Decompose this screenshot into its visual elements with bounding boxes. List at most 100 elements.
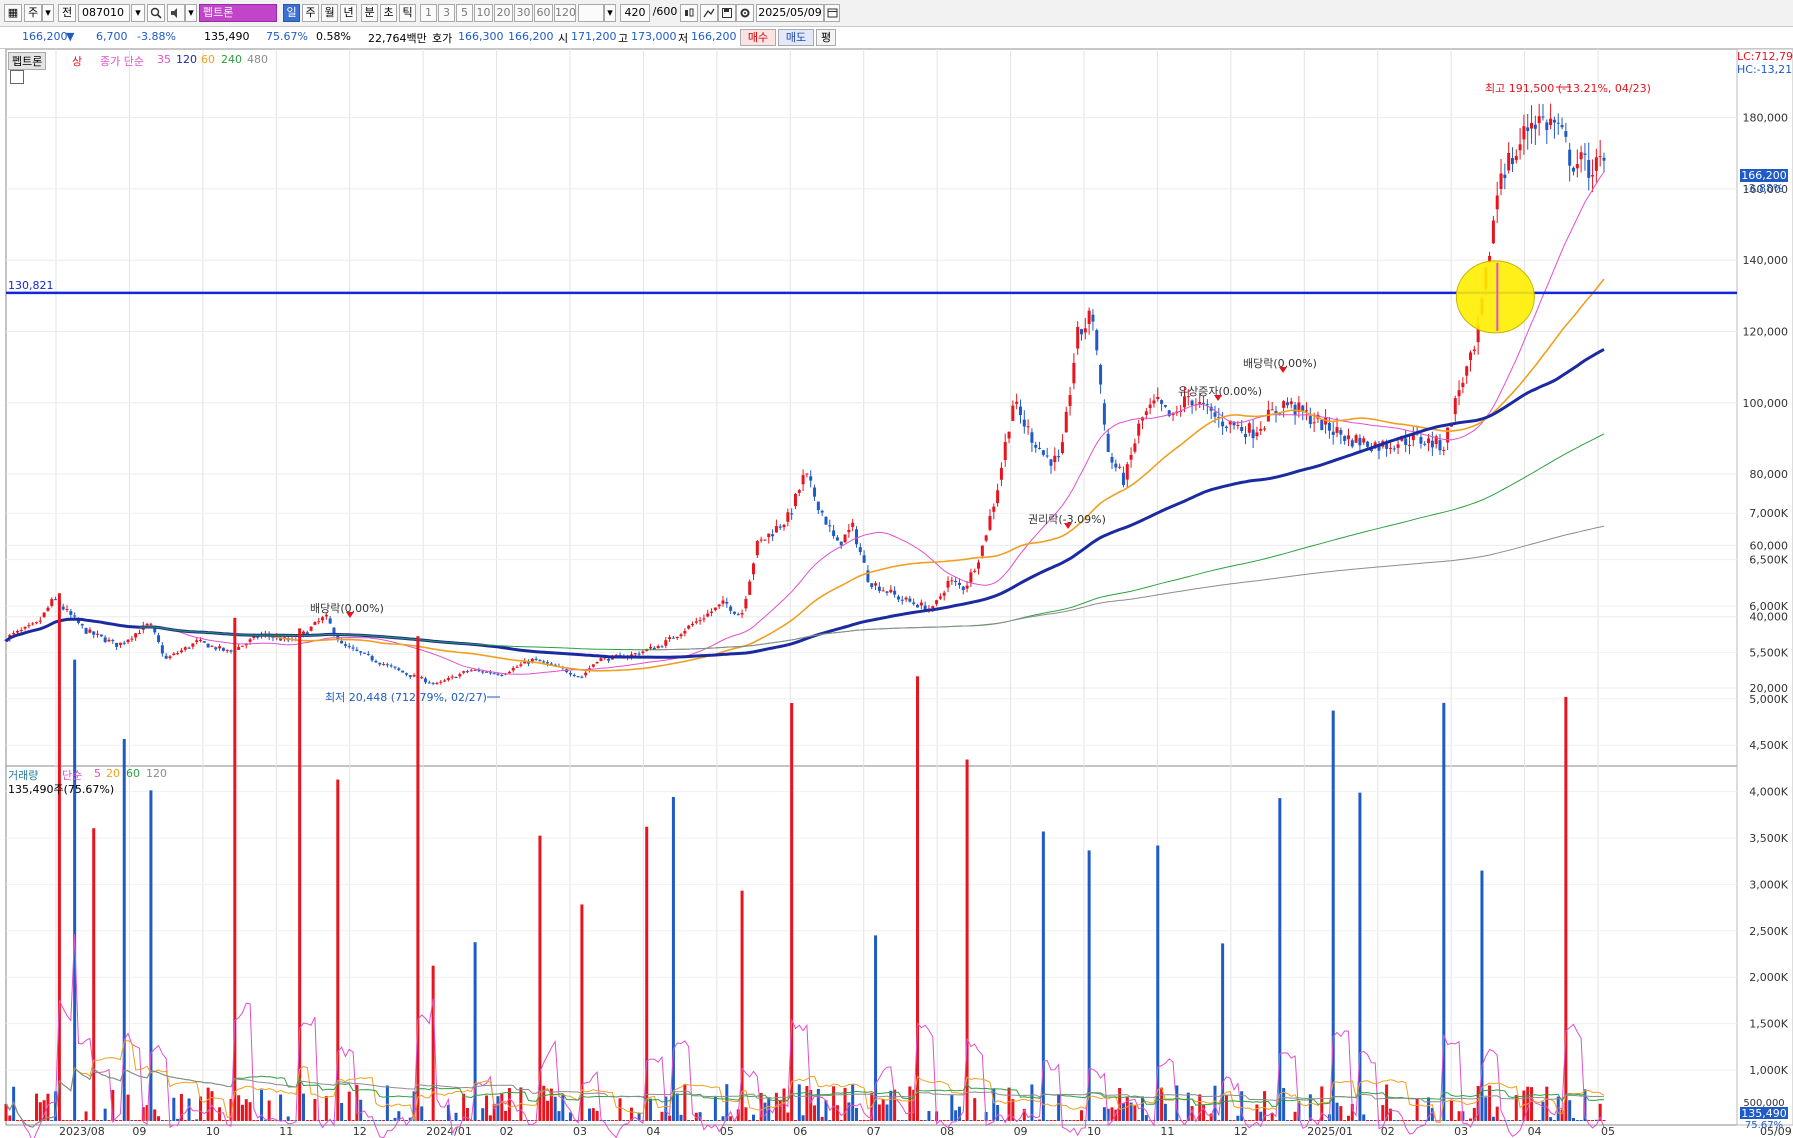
type-dropdown-icon[interactable]: ▾ — [42, 4, 54, 22]
period-day-tab[interactable]: 일 — [283, 4, 300, 22]
volume-bar — [1346, 1115, 1350, 1121]
high-price: 173,000 — [631, 30, 677, 43]
volume-bar — [565, 1120, 569, 1121]
volume-bar — [73, 659, 77, 1121]
code-dropdown-icon[interactable]: ▾ — [131, 4, 145, 22]
candle-body — [1575, 163, 1579, 169]
interval-60[interactable]: 60 — [534, 4, 553, 22]
volume-bar — [1339, 1106, 1343, 1121]
volume-bar — [340, 1102, 344, 1121]
period-year-tab[interactable]: 년 — [340, 4, 357, 22]
panel-toggle-icon[interactable] — [10, 70, 24, 84]
candle-body — [515, 666, 519, 668]
candle-body — [1308, 416, 1312, 425]
volume-bar — [61, 1120, 65, 1121]
period-tick-tab[interactable]: 틱 — [399, 4, 416, 22]
candle-type-icon[interactable] — [680, 4, 698, 22]
draw-tool-icon[interactable] — [700, 4, 718, 22]
candle-body — [893, 590, 897, 595]
settings-gear-icon[interactable] — [736, 4, 754, 22]
axis-strip — [1736, 49, 1793, 1126]
search-icon[interactable] — [147, 4, 165, 22]
volume-bar — [1369, 1120, 1373, 1121]
candle-body — [225, 649, 229, 651]
volume-bar — [1080, 1110, 1084, 1121]
volume-bar — [828, 1120, 832, 1121]
volume-bar — [1305, 1120, 1309, 1121]
sell-button[interactable]: 매도 — [778, 29, 814, 46]
candle-body — [954, 580, 958, 583]
volume-bar — [1259, 1111, 1263, 1121]
candle-body — [370, 656, 374, 661]
candle-body — [1427, 438, 1431, 444]
candle-body — [725, 601, 729, 604]
candle-body — [488, 672, 492, 674]
candle-body — [1564, 131, 1568, 137]
candle-body — [130, 638, 134, 640]
low-label: 저 — [678, 32, 689, 45]
candle-body — [340, 640, 344, 644]
volume-bar — [1594, 1119, 1598, 1121]
interval-3[interactable]: 3 — [438, 4, 455, 22]
stock-chart[interactable]: 2023/08 09 10 11 12 2024/01 02 03 04 05 06 07 08 09 10… — [0, 49, 1793, 1138]
volume-bar — [1034, 1120, 1038, 1121]
candle-body — [889, 589, 893, 593]
interval-5[interactable]: 5 — [456, 4, 473, 22]
interval-custom-input[interactable] — [578, 4, 604, 22]
candle-body — [1034, 444, 1038, 448]
candle-body — [187, 647, 191, 649]
interval-dropdown-icon[interactable]: ▾ — [604, 4, 616, 22]
period-minute-tab[interactable]: 분 — [361, 4, 378, 22]
volume-bar — [1064, 1120, 1068, 1121]
grid-menu-icon[interactable]: ▦ — [4, 4, 22, 22]
candle-body — [301, 631, 305, 634]
interval-20[interactable]: 20 — [494, 4, 513, 22]
period-week-tab[interactable]: 주 — [302, 4, 319, 22]
candle-body — [496, 673, 500, 675]
period-month-tab[interactable]: 월 — [321, 4, 338, 22]
volume-bar — [744, 1107, 748, 1121]
eval-button[interactable]: 평 — [816, 29, 836, 46]
x-tick-label: 03 — [1454, 1125, 1468, 1138]
market-select[interactable]: 전 — [58, 4, 76, 22]
stock-name-field[interactable]: 펩트론 — [199, 4, 277, 22]
candle-body — [1552, 119, 1556, 123]
candle-body — [122, 642, 126, 644]
candle-body — [157, 635, 161, 642]
candle-body — [660, 646, 664, 648]
stock-code-input[interactable]: 087010 — [78, 4, 130, 22]
speaker-dropdown-icon[interactable]: ▾ — [185, 4, 197, 22]
turnover-rate: 0.58% — [316, 30, 351, 43]
interval-30[interactable]: 30 — [514, 4, 533, 22]
candle-body — [900, 599, 904, 601]
volume-bar — [389, 1120, 393, 1121]
volume-bar — [76, 1120, 80, 1121]
candle-body — [896, 596, 900, 600]
volume-bar — [908, 1086, 912, 1121]
price-panel-frame — [5, 49, 1738, 767]
period-second-tab[interactable]: 초 — [380, 4, 397, 22]
save-icon[interactable] — [718, 4, 736, 22]
candle-body — [729, 606, 733, 611]
interval-120[interactable]: 120 — [554, 4, 576, 22]
chart-stock-tag[interactable]: 펩트론 — [8, 52, 47, 70]
volume-bar — [832, 1086, 836, 1121]
ma35-label: 35 — [157, 53, 171, 66]
volume-bar — [240, 1104, 244, 1121]
interval-10[interactable]: 10 — [474, 4, 493, 22]
candle-body — [511, 667, 515, 671]
calendar-icon[interactable] — [824, 4, 840, 22]
volume-bar — [931, 1120, 935, 1121]
speaker-icon[interactable] — [167, 4, 185, 22]
vol-ma60-label: 60 — [126, 767, 140, 780]
candle-body — [881, 590, 885, 592]
interval-1[interactable]: 1 — [420, 4, 437, 22]
date-input[interactable]: 2025/05/09 — [756, 4, 824, 22]
type-select[interactable]: 주 — [24, 4, 42, 22]
candle-body — [324, 614, 328, 617]
volume-bar — [1266, 1120, 1270, 1121]
volume-bar — [1373, 1120, 1377, 1121]
volume-bar — [404, 1120, 408, 1121]
buy-button[interactable]: 매수 — [740, 29, 776, 46]
count-input[interactable]: 420 — [620, 4, 650, 22]
